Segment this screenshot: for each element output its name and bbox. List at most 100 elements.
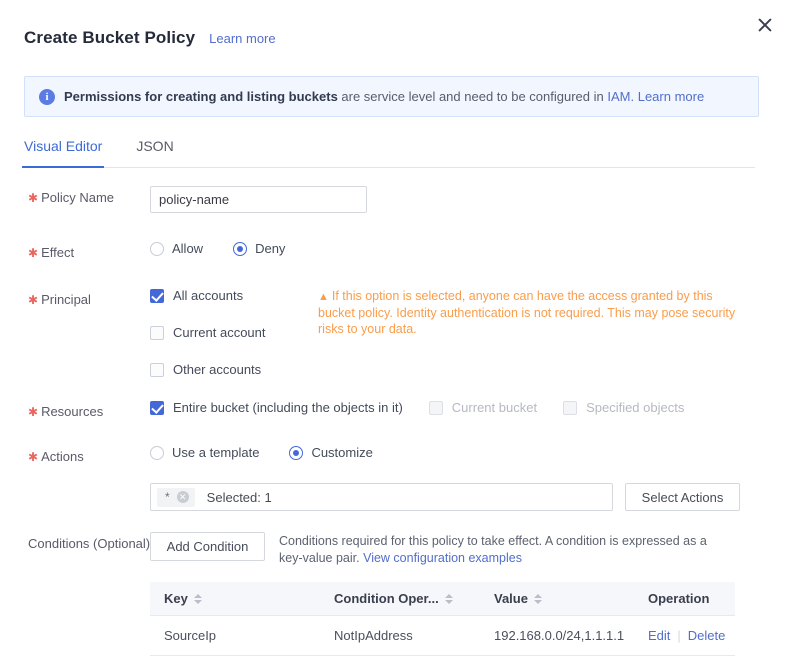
selected-count-text: Selected: 1 xyxy=(206,489,272,505)
field-actions: ✱ Actions Use a template Customize xyxy=(0,445,792,464)
principal-checkbox-group: All accounts Current account Other accou… xyxy=(150,288,300,377)
policy-name-input[interactable] xyxy=(150,186,367,213)
radio-customize-label: Customize xyxy=(311,445,373,460)
column-header-key-label: Key xyxy=(164,591,188,606)
radio-use-template[interactable]: Use a template xyxy=(150,445,259,460)
checkbox-current-account[interactable]: Current account xyxy=(150,325,300,340)
checkbox-current-account-icon xyxy=(150,325,164,340)
column-header-value-label: Value xyxy=(494,591,528,606)
column-header-operator-label: Condition Oper... xyxy=(334,591,439,606)
resources-checkbox-group: Entire bucket (including the objects in … xyxy=(150,400,792,415)
sort-icon-operator[interactable] xyxy=(444,593,453,604)
conditions-table: Key Condition Oper... Value Operation So… xyxy=(150,582,735,656)
checkbox-all-accounts-label: All accounts xyxy=(173,288,244,303)
info-icon: i xyxy=(39,89,55,105)
conditions-table-header-row: Key Condition Oper... Value Operation xyxy=(150,582,735,616)
chip-close-icon[interactable]: ✕ xyxy=(176,491,189,503)
radio-use-template-icon xyxy=(150,445,164,460)
required-marker: ✱ xyxy=(28,405,39,419)
radio-effect-allow[interactable]: Allow xyxy=(150,241,203,256)
checkbox-other-accounts-icon xyxy=(150,362,164,377)
checkbox-current-bucket-icon xyxy=(428,400,443,415)
header-learn-more-link[interactable]: Learn more xyxy=(209,31,275,46)
checkbox-all-accounts-icon xyxy=(150,288,164,303)
selected-actions-wrap: * ✕ Selected: 1 Select Actions xyxy=(150,483,792,511)
tab-visual-editor[interactable]: Visual Editor xyxy=(21,138,105,168)
cell-operator: NotIpAddress xyxy=(320,615,480,656)
radio-effect-deny[interactable]: Deny xyxy=(233,241,285,256)
checkbox-specified-objects-icon xyxy=(563,400,578,415)
column-header-key[interactable]: Key xyxy=(150,582,320,616)
conditions-label: Conditions (Optional) xyxy=(28,536,151,551)
resources-label-text: Resources xyxy=(41,404,104,419)
checkbox-current-bucket: Current bucket xyxy=(428,400,537,415)
policy-name-label-text: Policy Name xyxy=(41,190,115,205)
sort-icon-value[interactable] xyxy=(533,593,542,604)
actions-label: ✱ Actions xyxy=(0,445,150,464)
principal-warning: ▲ If this option is selected, anyone can … xyxy=(318,288,750,377)
info-banner-strong: Permissions for creating and listing buc… xyxy=(64,89,338,104)
banner-learn-more-link[interactable]: Learn more xyxy=(638,89,704,104)
actions-radio-group: Use a template Customize xyxy=(150,445,792,460)
warning-triangle-icon: ▲ xyxy=(318,291,329,303)
checkbox-entire-bucket[interactable]: Entire bucket (including the objects in … xyxy=(150,400,403,415)
effect-label-text: Effect xyxy=(41,245,75,260)
checkbox-entire-bucket-label: Entire bucket (including the objects in … xyxy=(173,400,403,415)
column-header-operator[interactable]: Condition Oper... xyxy=(320,582,480,616)
effect-radio-group: Allow Deny xyxy=(150,241,792,256)
close-icon xyxy=(758,18,772,32)
conditions-table-body: SourceIp NotIpAddress 192.168.0.0/24,1.1… xyxy=(150,615,735,656)
radio-customize[interactable]: Customize xyxy=(289,445,373,460)
operation-separator: | xyxy=(677,628,681,643)
checkbox-specified-objects-label: Specified objects xyxy=(586,400,685,415)
policy-name-label: ✱ Policy Name xyxy=(0,186,150,205)
radio-customize-icon xyxy=(289,445,304,460)
radio-allow-label: Allow xyxy=(172,241,204,256)
column-header-value[interactable]: Value xyxy=(480,582,634,616)
field-effect: ✱ Effect Allow Deny xyxy=(0,241,792,260)
checkbox-all-accounts[interactable]: All accounts xyxy=(150,288,300,303)
conditions-description: Conditions required for this policy to t… xyxy=(279,532,724,567)
table-row: SourceIp NotIpAddress 192.168.0.0/24,1.1… xyxy=(150,615,735,656)
required-marker: ✱ xyxy=(28,246,39,260)
checkbox-specified-objects: Specified objects xyxy=(563,400,684,415)
view-configuration-examples-link[interactable]: View configuration examples xyxy=(363,551,522,565)
checkbox-current-account-label: Current account xyxy=(173,325,266,340)
column-header-operation-label: Operation xyxy=(648,591,710,606)
dialog-header: Create Bucket Policy Learn more xyxy=(24,28,276,48)
resources-label: ✱ Resources xyxy=(0,400,150,419)
iam-link[interactable]: IAM. xyxy=(607,89,634,104)
radio-use-template-label: Use a template xyxy=(172,445,260,460)
radio-allow-icon xyxy=(150,241,164,256)
column-header-operation: Operation xyxy=(634,582,735,616)
close-dialog-button[interactable] xyxy=(752,12,778,38)
principal-warning-text: If this option is selected, anyone can h… xyxy=(318,289,736,336)
radio-deny-label: Deny xyxy=(255,241,286,256)
policy-form: ✱Policy Name ✱Effect Allow Deny xyxy=(0,186,792,656)
page-title: Create Bucket Policy xyxy=(24,28,196,47)
checkbox-entire-bucket-icon xyxy=(150,400,164,415)
required-marker: ✱ xyxy=(28,450,39,464)
required-marker: ✱ xyxy=(28,293,39,307)
info-banner: i Permissions for creating and listing b… xyxy=(24,76,759,117)
info-banner-rest: are service level and need to be configu… xyxy=(337,89,608,104)
cell-value: 192.168.0.0/24,1.1.1.1 xyxy=(480,615,634,656)
cell-operation: Edit | Delete xyxy=(634,615,735,656)
selected-actions-box[interactable]: * ✕ Selected: 1 xyxy=(150,483,613,511)
required-marker: ✱ xyxy=(28,191,39,205)
tab-json[interactable]: JSON xyxy=(136,138,173,167)
delete-condition-link[interactable]: Delete xyxy=(688,628,726,643)
edit-condition-link[interactable]: Edit xyxy=(648,628,670,643)
actions-label-text: Actions xyxy=(41,449,84,464)
conditions-top-row: Add Condition Conditions required for th… xyxy=(150,532,792,567)
field-policy-name: ✱ Policy Name xyxy=(0,186,792,213)
checkbox-other-accounts[interactable]: Other accounts xyxy=(150,362,300,377)
field-conditions: Conditions (Optional) Add Condition Cond… xyxy=(0,532,792,656)
editor-tabs: Visual Editor JSON xyxy=(21,138,755,168)
action-chip[interactable]: * ✕ xyxy=(157,487,195,507)
cell-key: SourceIp xyxy=(150,615,320,656)
add-condition-button[interactable]: Add Condition xyxy=(150,532,265,561)
sort-icon-key[interactable] xyxy=(193,593,202,604)
field-selected-actions: * ✕ Selected: 1 Select Actions xyxy=(0,483,792,511)
select-actions-button[interactable]: Select Actions xyxy=(625,483,740,511)
